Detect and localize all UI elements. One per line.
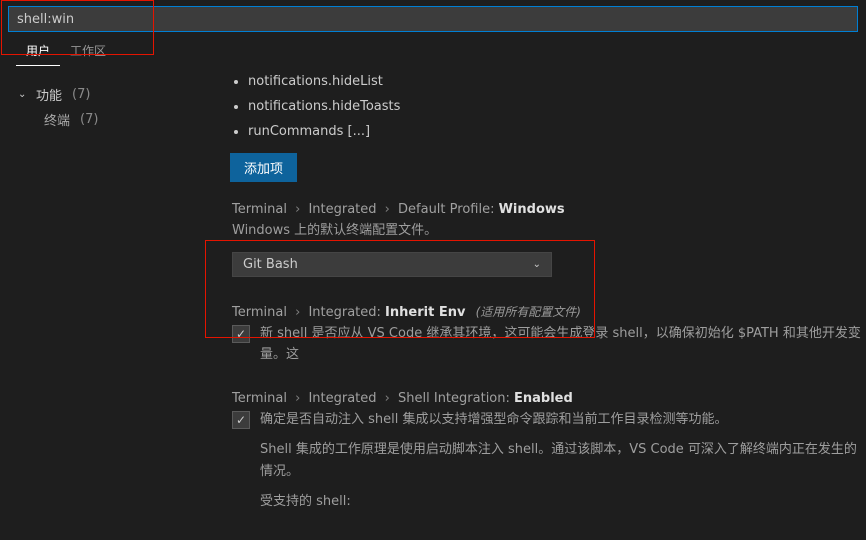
setting-scope: (适用所有配置文件)	[476, 305, 581, 319]
setting-description: Windows 上的默认终端配置文件。	[232, 221, 866, 242]
dropdown-value: Git Bash	[243, 257, 298, 272]
shell-integration-checkbox[interactable]: ✓	[232, 411, 250, 429]
setting-name: Inherit Env	[385, 305, 465, 320]
chevron-down-icon: ⌄	[18, 89, 30, 100]
setting-description-extra: Shell 集成的工作原理是使用启动脚本注入 shell。通过该脚本，VS Co…	[260, 439, 866, 483]
breadcrumb-part: Terminal	[232, 391, 287, 406]
setting-default-profile-windows: Terminal › Integrated › Default Profile:…	[220, 202, 866, 277]
breadcrumb-part: Shell Integration:	[398, 391, 510, 406]
sidebar-item-label: 终端	[44, 110, 70, 129]
sidebar-group-label: 功能	[36, 85, 62, 104]
setting-title: Terminal › Integrated › Default Profile:…	[232, 202, 866, 217]
list-item: notifications.hideList	[248, 74, 866, 89]
sidebar: ⌄ 功能 (7) 终端 (7)	[0, 66, 200, 540]
check-icon: ✓	[236, 327, 246, 341]
check-icon: ✓	[236, 413, 246, 427]
sidebar-item-count: (7)	[80, 112, 98, 127]
separator-icon: ›	[385, 391, 390, 406]
separator-icon: ›	[295, 391, 300, 406]
search-bar	[0, 0, 866, 38]
setting-description: 确定是否自动注入 shell 集成以支持增强型命令跟踪和当前工作目录检测等功能。	[260, 410, 728, 431]
breadcrumb-part: Integrated	[308, 202, 376, 217]
tab-workspace[interactable]: 工作区	[60, 37, 116, 66]
default-profile-dropdown[interactable]: Git Bash ⌄	[232, 252, 552, 277]
sidebar-group-features[interactable]: ⌄ 功能 (7)	[18, 82, 200, 107]
list-item: runCommands [...]	[248, 124, 866, 139]
separator-icon: ›	[295, 202, 300, 217]
setting-inherit-env: Terminal › Integrated: Inherit Env (适用所有…	[220, 303, 866, 366]
inherit-env-checkbox[interactable]: ✓	[232, 325, 250, 343]
setting-description: 新 shell 是否应从 VS Code 继承其环境，这可能会生成登录 shel…	[260, 324, 866, 366]
separator-icon: ›	[385, 202, 390, 217]
checkbox-row: ✓ 新 shell 是否应从 VS Code 继承其环境，这可能会生成登录 sh…	[232, 324, 866, 366]
scope-tabs: 用户 工作区	[0, 38, 866, 66]
separator-icon: ›	[295, 305, 300, 320]
setting-name: Windows	[499, 202, 565, 217]
breadcrumb-part: Integrated:	[308, 305, 380, 320]
settings-body: ⌄ 功能 (7) 终端 (7) notifications.hideList n…	[0, 66, 866, 540]
checkbox-row: ✓ 确定是否自动注入 shell 集成以支持增强型命令跟踪和当前工作目录检测等功…	[232, 410, 866, 431]
breadcrumb-part: Terminal	[232, 305, 287, 320]
setting-title: Terminal › Integrated: Inherit Env (适用所有…	[232, 303, 866, 320]
setting-name: Enabled	[514, 391, 573, 406]
search-input[interactable]	[8, 6, 858, 32]
settings-main: notifications.hideList notifications.hid…	[200, 66, 866, 540]
setting-description-extra: 受支持的 shell:	[260, 491, 866, 513]
tab-user[interactable]: 用户	[16, 37, 60, 66]
sidebar-item-terminal[interactable]: 终端 (7)	[18, 107, 200, 132]
breadcrumb-part: Default Profile:	[398, 202, 494, 217]
list-item: notifications.hideToasts	[248, 99, 866, 114]
chevron-down-icon: ⌄	[533, 259, 541, 270]
sidebar-group-count: (7)	[72, 87, 90, 102]
breadcrumb-part: Integrated	[308, 391, 376, 406]
breadcrumb-part: Terminal	[232, 202, 287, 217]
add-item-button[interactable]: 添加项	[230, 153, 297, 182]
setting-title: Terminal › Integrated › Shell Integratio…	[232, 391, 866, 406]
setting-shell-integration-enabled: Terminal › Integrated › Shell Integratio…	[220, 391, 866, 513]
command-list: notifications.hideList notifications.hid…	[248, 74, 866, 139]
